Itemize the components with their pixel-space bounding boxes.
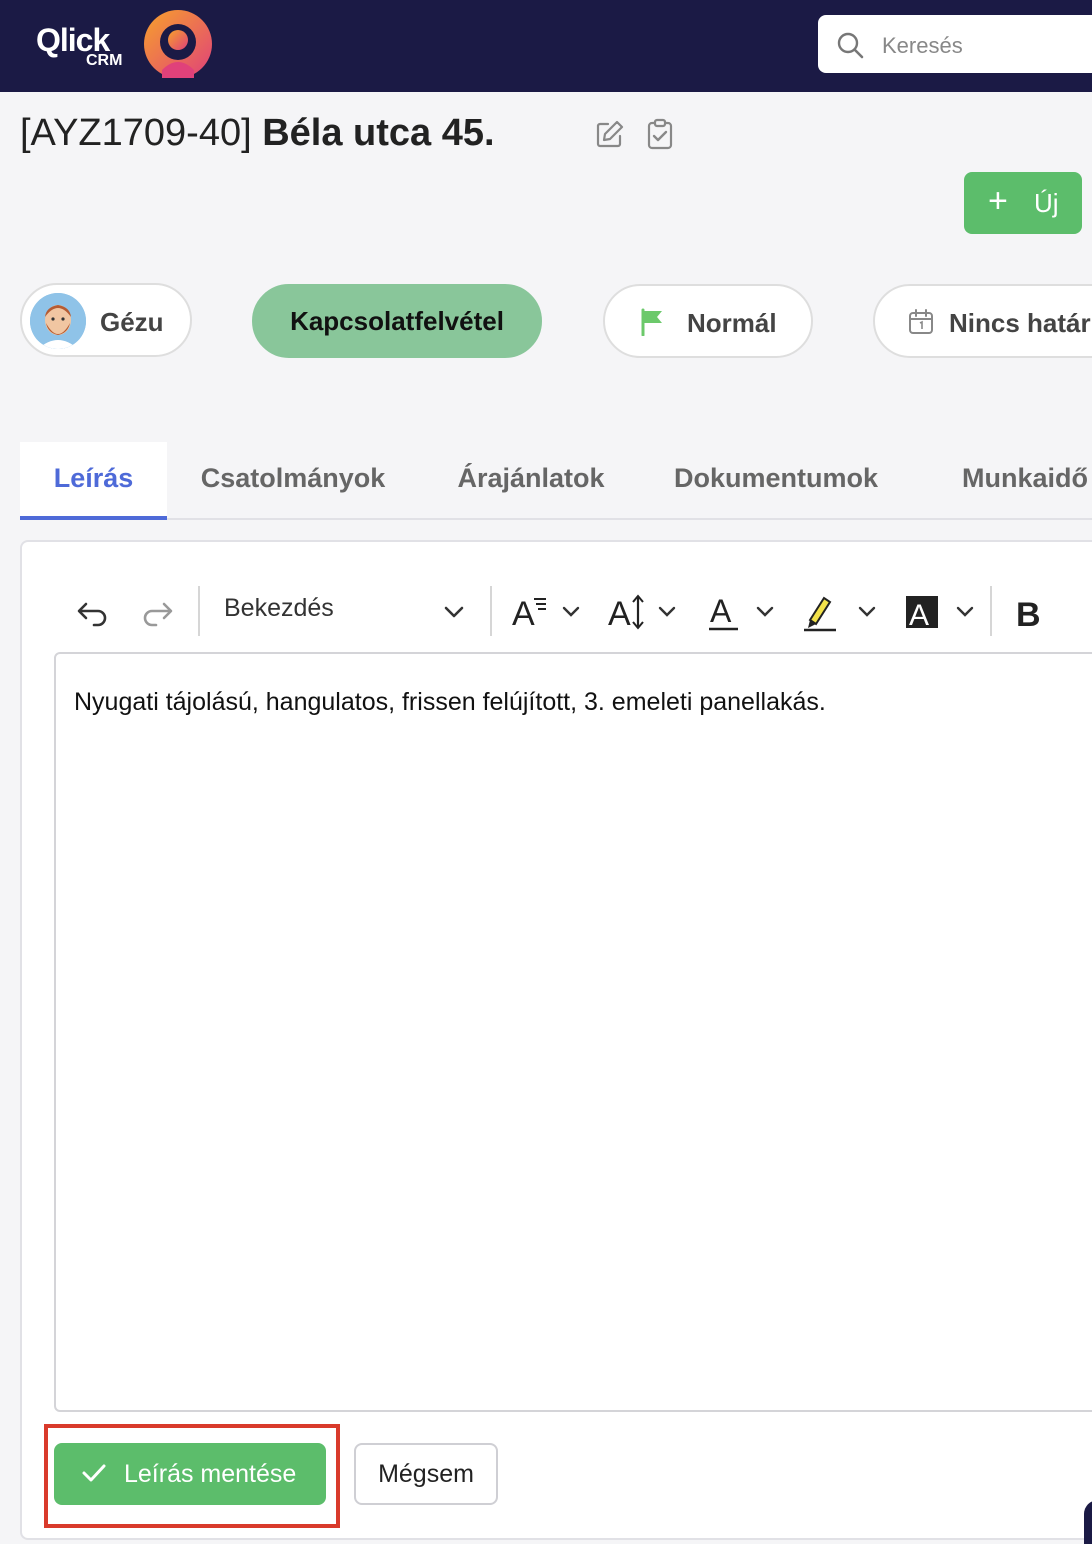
font-color-icon[interactable]: A [708, 592, 784, 632]
search-placeholder: Keresés [882, 33, 963, 58]
highlight-marker-icon[interactable] [802, 592, 882, 632]
block-format-select[interactable]: Bekezdés [224, 594, 334, 623]
tab-bar: Leírás Csatolmányok Árajánlatok Dokument… [20, 442, 1092, 520]
search-box[interactable]: Keresés [818, 15, 1092, 73]
tab-documents[interactable]: Dokumentumok [656, 442, 896, 520]
tab-description[interactable]: Leírás [20, 442, 167, 520]
logo-subtext: CRM [86, 52, 123, 69]
deadline-pill[interactable]: Nincs határ [873, 284, 1092, 358]
tab-worktime[interactable]: Munkaidő [930, 442, 1092, 520]
flag-icon [641, 308, 662, 336]
check-icon [82, 1464, 106, 1482]
status-pill[interactable]: Kapcsolatfelvétel [252, 284, 542, 358]
avatar-illustration-icon [30, 293, 86, 349]
top-navigation-bar: Qlick CRM Keresés [0, 0, 1092, 92]
save-button-label: Leírás mentése [124, 1460, 297, 1488]
cancel-button[interactable]: Mégsem [354, 1443, 498, 1505]
toolbar-divider [990, 586, 992, 636]
background-color-icon[interactable]: A [906, 592, 982, 632]
font-family-icon[interactable]: A [510, 592, 586, 632]
bold-label: B [1016, 596, 1041, 632]
svg-text:A: A [710, 593, 732, 629]
editor-content[interactable]: Nyugati tájolású, hangulatos, frissen fe… [74, 688, 826, 717]
tab-quotes[interactable]: Árajánlatok [432, 442, 630, 520]
toolbar-divider [490, 586, 492, 636]
svg-text:A: A [909, 599, 929, 632]
page-title: [AYZ1709-40] Béla utca 45. [20, 112, 495, 155]
undo-icon[interactable] [74, 592, 110, 632]
description-editor[interactable]: Nyugati tájolású, hangulatos, frissen fe… [54, 652, 1092, 1412]
svg-text:A: A [512, 595, 535, 632]
record-name: Béla utca 45. [262, 112, 495, 154]
chevron-down-icon[interactable] [440, 598, 468, 626]
editor-toolbar: Bekezdés A A A A B [54, 580, 1092, 644]
priority-pill[interactable]: Normál [603, 284, 813, 358]
avatar [30, 293, 86, 349]
clipboard-check-icon[interactable] [646, 118, 674, 150]
tab-attachments[interactable]: Csatolmányok [178, 442, 408, 520]
redo-icon[interactable] [140, 592, 176, 632]
svg-text:A: A [608, 595, 631, 632]
priority-label: Normál [687, 308, 777, 338]
assignee-name: Gézu [100, 307, 164, 337]
new-button[interactable]: + Új [964, 172, 1082, 234]
font-size-icon[interactable]: A [606, 592, 682, 632]
save-description-button[interactable]: Leírás mentése [54, 1443, 326, 1505]
logo-mark-icon [144, 10, 212, 78]
plus-icon: + [988, 182, 1008, 220]
bold-icon[interactable]: B [1014, 592, 1054, 632]
new-button-label: Új [1034, 188, 1059, 218]
deadline-label: Nincs határ [949, 308, 1091, 338]
calendar-icon [909, 309, 933, 334]
qlick-crm-logo[interactable]: Qlick CRM [34, 8, 234, 84]
toolbar-divider [198, 586, 200, 636]
search-icon [837, 32, 864, 59]
assignee-pill[interactable]: Gézu [20, 283, 192, 357]
record-code: [AYZ1709-40] [20, 112, 252, 154]
chat-widget[interactable] [1084, 1500, 1092, 1544]
edit-icon[interactable] [594, 118, 626, 150]
